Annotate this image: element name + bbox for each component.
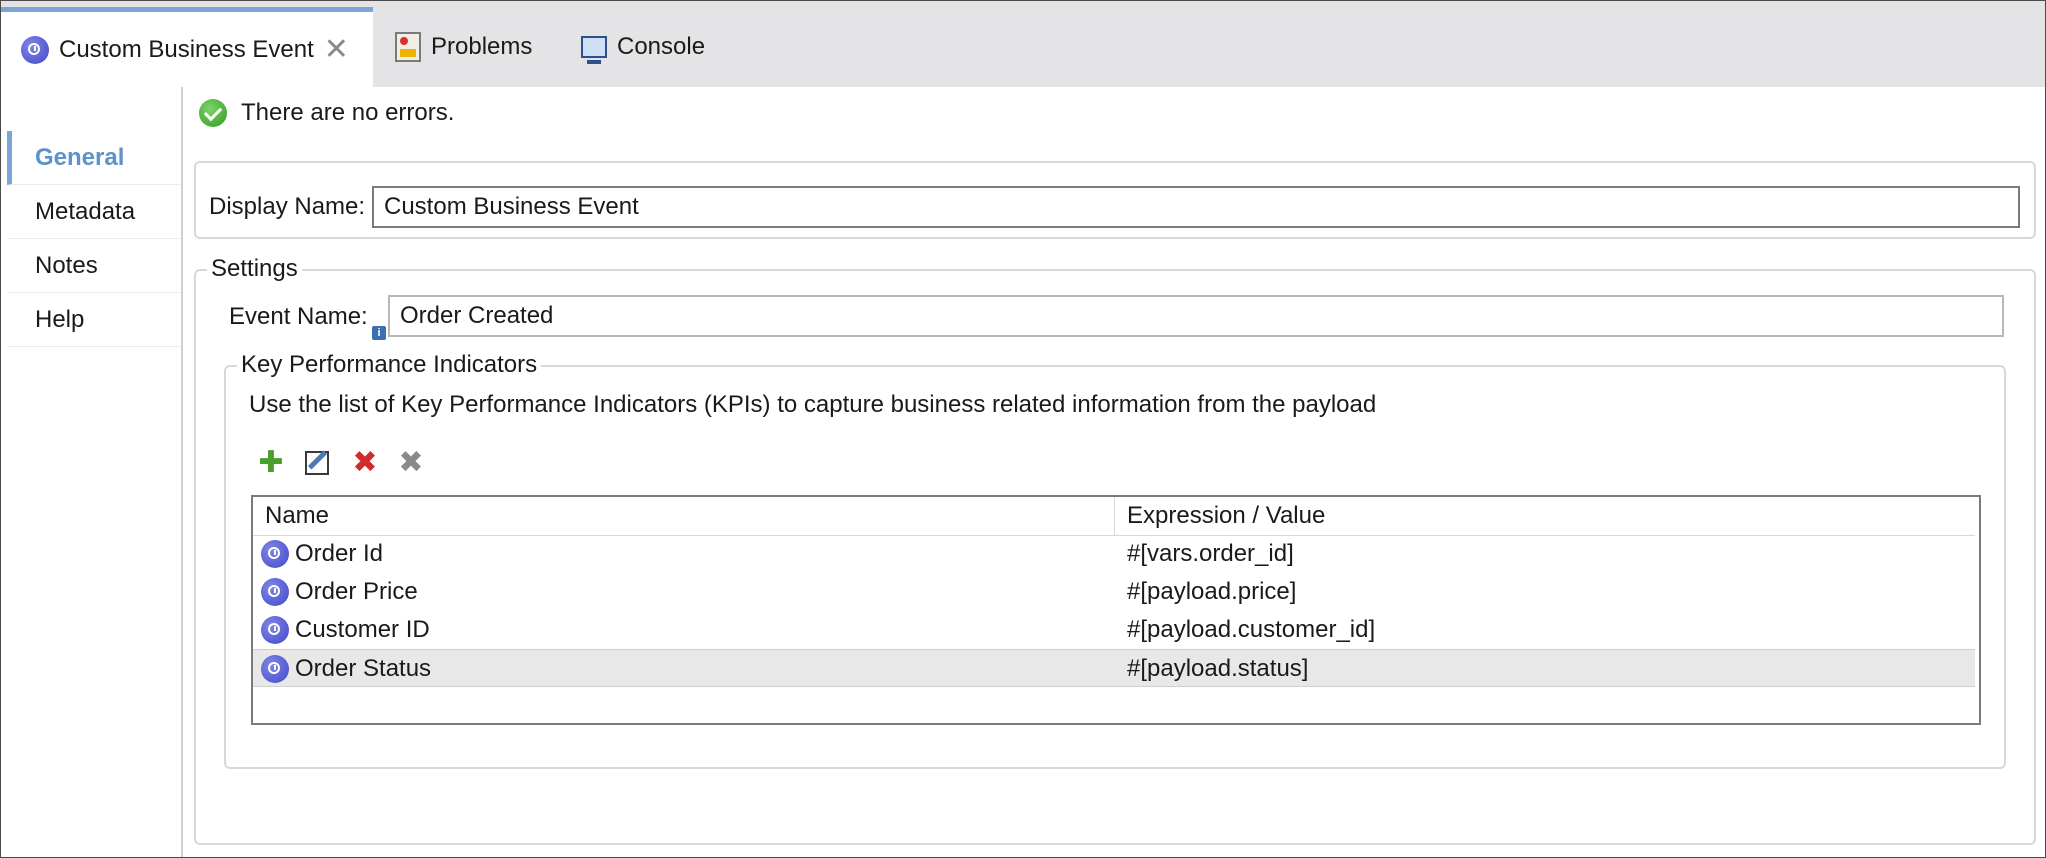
clock-icon: [261, 578, 289, 606]
delete-kpi-button[interactable]: ✖: [349, 447, 381, 479]
row-name: Customer ID: [295, 616, 430, 643]
event-name-field[interactable]: [388, 295, 2004, 337]
row-expression: #[payload.price]: [1127, 578, 1297, 605]
row-name: Order Status: [295, 655, 432, 682]
sidebar-item-label: General: [35, 143, 125, 171]
clock-icon: [261, 540, 289, 568]
row-name-cell: Customer ID: [261, 611, 430, 649]
sidebar-item-general[interactable]: General: [7, 131, 181, 185]
sidebar-item-help[interactable]: Help: [7, 293, 181, 347]
clock-icon: [21, 35, 49, 64]
validation-status: There are no errors.: [199, 99, 454, 127]
row-expression: #[payload.customer_id]: [1127, 616, 1376, 643]
sidebar: General Metadata Notes Help: [1, 87, 183, 857]
sidebar-item-label: Metadata: [35, 197, 136, 225]
kpi-legend: Key Performance Indicators: [237, 351, 542, 379]
tab-label: Problems: [431, 33, 533, 60]
row-name: Order Price: [295, 578, 418, 605]
display-name-label: Display Name:: [209, 193, 366, 220]
kpi-table: Name Expression / Value Order Id #[vars.…: [251, 495, 1981, 725]
tab-problems[interactable]: Problems: [395, 7, 532, 87]
row-name-cell: Order Status: [261, 650, 431, 688]
tab-label: Custom Business Event: [59, 35, 314, 63]
info-icon: i: [372, 326, 386, 340]
sidebar-item-label: Notes: [35, 251, 98, 279]
tab-console[interactable]: Console: [581, 7, 705, 87]
table-row[interactable]: Order Price #[payload.price]: [253, 573, 1975, 611]
check-icon: [199, 99, 227, 127]
column-header-expression[interactable]: Expression / Value: [1115, 497, 1975, 535]
row-name-cell: Order Price: [261, 573, 418, 611]
row-name-cell: Order Id: [261, 535, 383, 573]
clock-icon: [261, 655, 289, 683]
tab-custom-business-event[interactable]: Custom Business Event ✕: [1, 7, 373, 87]
sidebar-item-metadata[interactable]: Metadata: [7, 185, 181, 239]
status-text: There are no errors.: [241, 99, 455, 126]
tab-bar: Custom Business Event ✕ Problems Console: [1, 1, 2045, 87]
table-row-selected[interactable]: Order Status #[payload.status]: [253, 649, 1975, 687]
display-name-field[interactable]: [372, 186, 2020, 228]
column-header-name[interactable]: Name: [253, 497, 1115, 535]
settings-legend: Settings: [207, 255, 302, 283]
row-expression: #[vars.order_id]: [1127, 540, 1294, 567]
problems-icon: [395, 32, 421, 62]
clock-icon: [261, 616, 289, 644]
add-kpi-button[interactable]: ✚: [255, 447, 287, 479]
sidebar-item-notes[interactable]: Notes: [7, 239, 181, 293]
editor-window: Custom Business Event ✕ Problems Console…: [0, 0, 2046, 858]
row-expression: #[payload.status]: [1127, 655, 1309, 682]
sidebar-item-label: Help: [35, 305, 85, 333]
edit-kpi-button[interactable]: [301, 447, 333, 479]
edit-icon: [305, 451, 329, 475]
row-name: Order Id: [295, 540, 384, 567]
table-header: Name Expression / Value: [253, 497, 1975, 536]
delete-all-kpi-button[interactable]: ✖: [395, 447, 427, 479]
tab-label: Console: [617, 33, 706, 60]
close-icon[interactable]: ✕: [324, 34, 349, 65]
kpi-description: Use the list of Key Performance Indicato…: [249, 391, 1377, 418]
table-row[interactable]: Order Id #[vars.order_id]: [253, 535, 1975, 573]
table-row[interactable]: Customer ID #[payload.customer_id]: [253, 611, 1975, 649]
event-name-label: Event Name:: [229, 303, 368, 330]
console-icon: [581, 36, 607, 64]
